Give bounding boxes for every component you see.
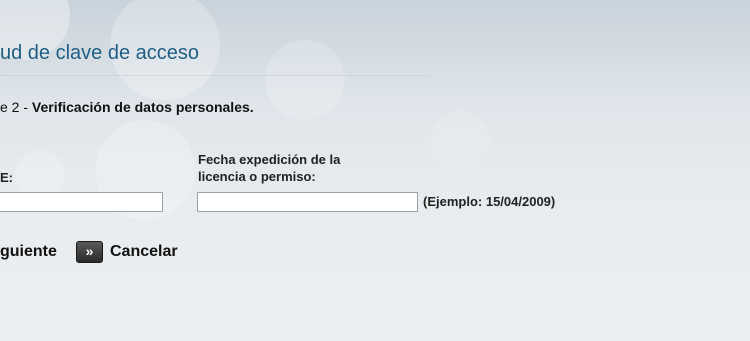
step-number: e 2 - xyxy=(0,99,32,115)
step-title: Verificación de datos personales. xyxy=(31,99,254,115)
background-bubble xyxy=(265,40,345,120)
step-indicator: e 2 - Verificación de datos personales. xyxy=(0,99,254,115)
id-field-input[interactable] xyxy=(0,192,163,212)
title-divider xyxy=(0,75,430,76)
page-title: ud de clave de acceso xyxy=(0,42,200,64)
issue-date-input[interactable] xyxy=(197,192,418,212)
background-bubble xyxy=(430,110,490,170)
date-format-hint: (Ejemplo: 15/04/2009) xyxy=(423,194,556,209)
next-link[interactable]: guiente xyxy=(0,243,57,261)
id-field-label: E: xyxy=(0,170,13,185)
cancel-link[interactable]: Cancelar xyxy=(110,243,178,261)
issue-date-label: Fecha expedición de la licencia o permis… xyxy=(198,152,341,184)
double-chevron-right-icon[interactable]: » xyxy=(76,241,103,263)
